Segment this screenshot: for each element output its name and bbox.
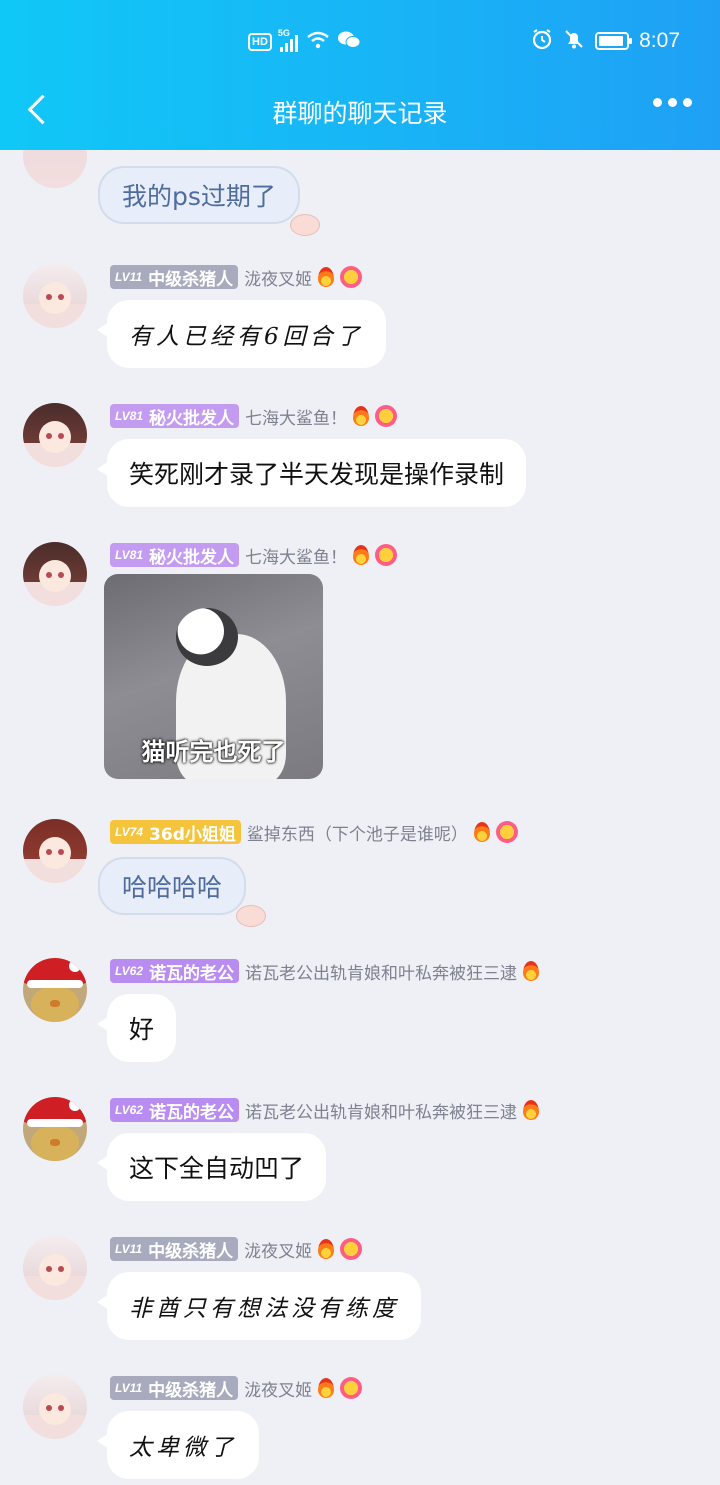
level-badge: LV81 秘火批发人 — [110, 543, 240, 568]
message-bubble[interactable]: 哈哈哈哈 — [98, 857, 267, 927]
image-message[interactable]: 猫听完也死了 — [104, 574, 323, 779]
top-bar: HD 5G 8:07 群聊的聊天记录 — [0, 0, 720, 150]
sender-meta: LV11 中级杀猪人 泷夜叉姬 — [110, 264, 363, 290]
chat-list[interactable]: 我的ps过期了 LV11 中级杀猪人 泷夜叉姬 有人已经有6回合了 LV81 秘… — [0, 150, 720, 1485]
status-right-icons: 8:07 — [531, 28, 680, 54]
message-bubble[interactable]: 有人已经有6回合了 — [97, 300, 386, 368]
pig-decoration-icon — [236, 905, 267, 927]
avatar[interactable] — [23, 819, 87, 883]
network-type: 5G — [277, 27, 290, 38]
sender-nickname[interactable]: 泷夜叉姬 — [244, 265, 312, 290]
avatar[interactable] — [23, 542, 87, 606]
sender-nickname[interactable]: 七海大鲨鱼！ — [245, 404, 347, 429]
sender-meta: LV62 诺瓦的老公 诺瓦老公出轨肯娘和叶私奔被狂三逮 — [110, 1097, 540, 1123]
status-bar: HD 5G 8:07 — [0, 24, 720, 60]
member-title: 36d小姐姐 — [149, 824, 236, 845]
fire-badge-icon — [318, 267, 335, 287]
fire-badge-icon — [353, 545, 370, 565]
avatar[interactable] — [23, 1236, 87, 1300]
image-caption: 猫听完也死了 — [141, 738, 286, 766]
level-badge: LV11 中级杀猪人 — [110, 1376, 239, 1401]
member-title: 秘火批发人 — [149, 547, 235, 568]
level-badge: LV62 诺瓦的老公 — [110, 1098, 240, 1123]
page-title: 群聊的聊天记录 — [272, 99, 448, 128]
cat-head — [176, 608, 238, 666]
member-title: 诺瓦的老公 — [149, 963, 235, 984]
smile-badge-icon — [340, 266, 363, 288]
sender-meta: LV74 36d小姐姐 鲨掉东西（下个池子是谁呢） — [110, 819, 518, 845]
sender-nickname[interactable]: 泷夜叉姬 — [244, 1237, 312, 1262]
alarm-icon — [531, 28, 553, 54]
message-text: 有人已经有6回合了 — [129, 324, 364, 350]
message-text: 这下全自动凹了 — [129, 1154, 305, 1183]
message-text: 太卑微了 — [129, 1435, 237, 1461]
smile-badge-icon — [340, 1377, 363, 1399]
message-bubble[interactable]: 太卑微了 — [97, 1411, 259, 1479]
pig-decoration-icon — [289, 214, 320, 236]
message-text: 哈哈哈哈 — [122, 873, 223, 902]
sender-meta: LV81 秘火批发人 七海大鲨鱼！ — [110, 403, 398, 429]
battery-fill — [599, 36, 623, 46]
wifi-icon — [306, 30, 330, 53]
wechat-icon — [337, 31, 361, 53]
member-title: 中级杀猪人 — [148, 1241, 234, 1262]
sender-nickname[interactable]: 七海大鲨鱼！ — [245, 543, 347, 568]
smile-badge-icon — [340, 1238, 363, 1260]
message-text: 好 — [129, 1015, 155, 1044]
message-bubble[interactable]: 非酋只有想法没有练度 — [97, 1272, 421, 1340]
level-badge: LV81 秘火批发人 — [110, 404, 240, 429]
sender-meta: LV11 中级杀猪人 泷夜叉姬 — [110, 1236, 363, 1262]
fire-badge-icon — [353, 406, 370, 426]
sender-meta: LV11 中级杀猪人 泷夜叉姬 — [110, 1375, 363, 1401]
sender-meta: LV81 秘火批发人 七海大鲨鱼！ — [110, 542, 398, 568]
message-bubble[interactable]: 我的ps过期了 — [98, 166, 320, 236]
level-badge: LV62 诺瓦的老公 — [110, 959, 240, 984]
hd-badge: HD — [248, 32, 272, 51]
level-badge: LV74 36d小姐姐 — [110, 820, 241, 845]
avatar[interactable] — [23, 958, 87, 1022]
avatar[interactable] — [23, 1097, 87, 1161]
fire-badge-icon — [318, 1378, 335, 1398]
member-title: 秘火批发人 — [149, 408, 235, 429]
nav-row: 群聊的聊天记录 — [0, 80, 720, 140]
level-badge: LV11 中级杀猪人 — [110, 1237, 239, 1262]
member-title: 中级杀猪人 — [148, 269, 234, 290]
message-text: 笑死刚才录了半天发现是操作录制 — [129, 460, 505, 489]
smile-badge-icon — [495, 821, 518, 843]
message-bubble[interactable]: 笑死刚才录了半天发现是操作录制 — [96, 439, 527, 507]
sender-nickname[interactable]: 泷夜叉姬 — [244, 1376, 312, 1401]
status-time: 8:07 — [639, 29, 680, 52]
avatar[interactable] — [23, 1375, 87, 1439]
level-badge: LV11 中级杀猪人 — [110, 265, 239, 290]
avatar[interactable] — [23, 150, 87, 188]
message-bubble[interactable]: 这下全自动凹了 — [96, 1133, 327, 1201]
avatar[interactable] — [23, 264, 87, 328]
fire-badge-icon — [473, 822, 490, 842]
message-bubble[interactable]: 好 — [96, 994, 177, 1062]
fire-badge-icon — [318, 1239, 335, 1259]
signal-icon: 5G — [278, 28, 298, 52]
sender-nickname[interactable]: 诺瓦老公出轨肯娘和叶私奔被狂三逮 — [245, 1098, 517, 1123]
smile-badge-icon — [375, 544, 398, 566]
message-text: 我的ps过期了 — [122, 182, 276, 211]
status-left-icons: HD 5G — [248, 28, 361, 53]
battery-icon — [595, 32, 633, 50]
fire-badge-icon — [523, 961, 540, 981]
bell-off-icon — [563, 28, 585, 54]
member-title: 中级杀猪人 — [148, 1380, 234, 1401]
message-text: 非酋只有想法没有练度 — [129, 1296, 399, 1322]
sender-nickname[interactable]: 诺瓦老公出轨肯娘和叶私奔被狂三逮 — [245, 959, 517, 984]
sender-nickname[interactable]: 鲨掉东西（下个池子是谁呢） — [247, 820, 468, 845]
avatar[interactable] — [23, 403, 87, 467]
smile-badge-icon — [375, 405, 398, 427]
member-title: 诺瓦的老公 — [149, 1102, 235, 1123]
fire-badge-icon — [523, 1100, 540, 1120]
more-icon[interactable] — [653, 98, 692, 107]
sender-meta: LV62 诺瓦的老公 诺瓦老公出轨肯娘和叶私奔被狂三逮 — [110, 958, 540, 984]
